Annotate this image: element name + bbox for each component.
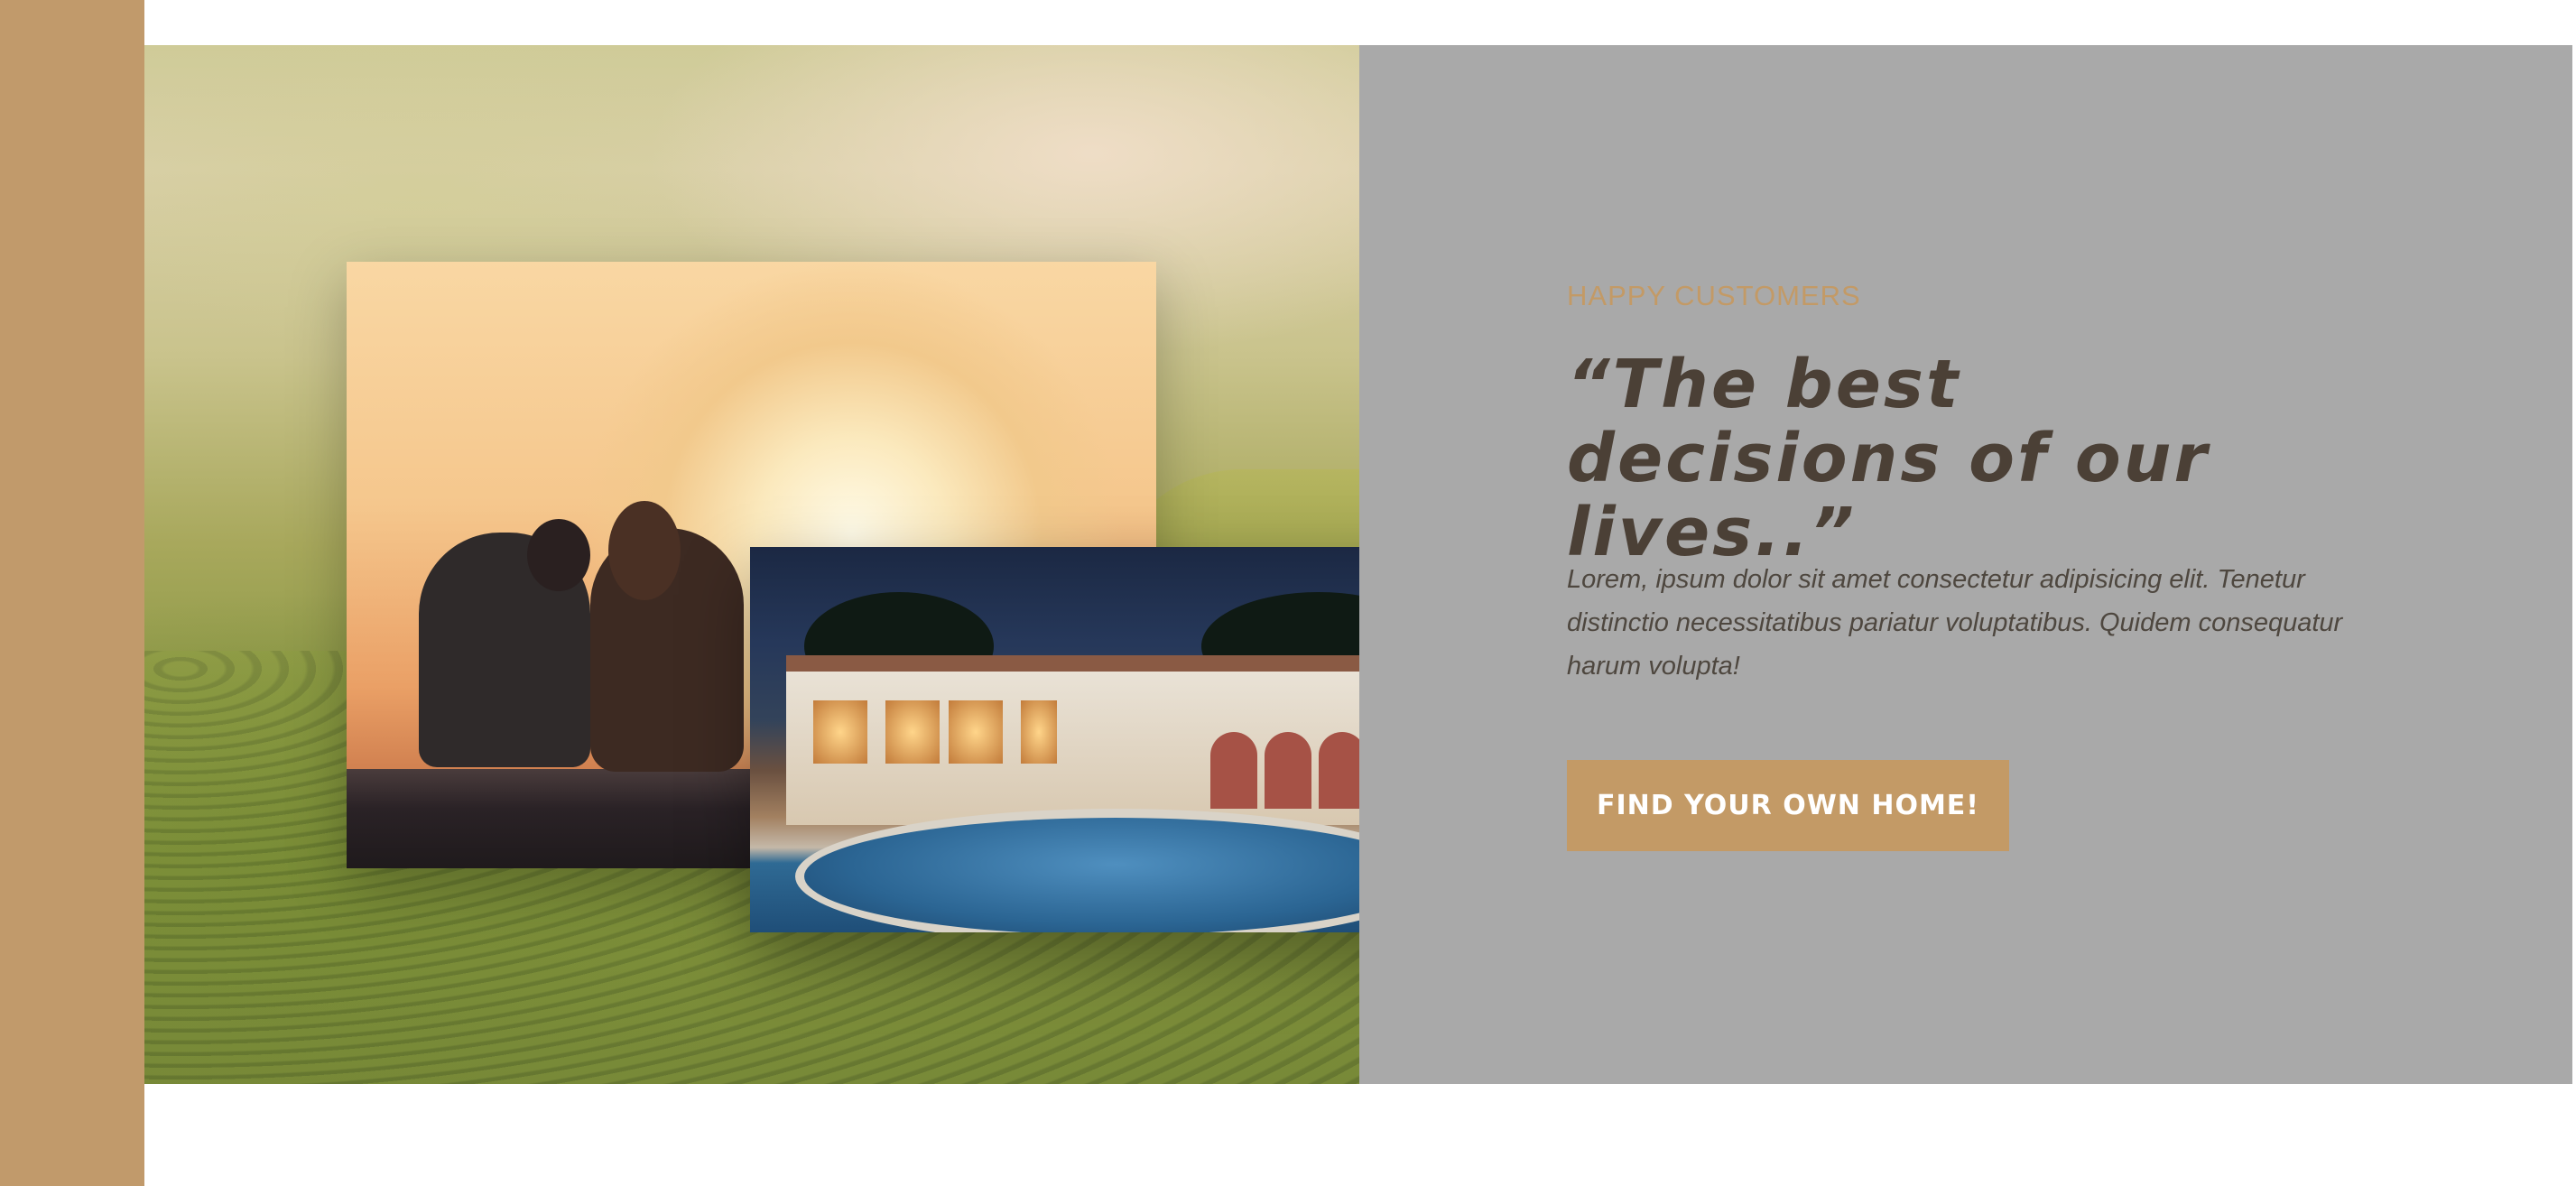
- villa-window: [813, 700, 867, 764]
- man-head: [527, 519, 590, 591]
- page: HAPPY CUSTOMERS “The best decisions of o…: [0, 0, 2576, 1186]
- villa-arch: [1210, 732, 1257, 809]
- woman-head: [608, 501, 681, 600]
- right-edge: [2572, 45, 2576, 1084]
- testimonial-body: Lorem, ipsum dolor sit amet consectetur …: [1567, 565, 2343, 681]
- villa-pool-photo: [750, 547, 1450, 932]
- testimonial-quote: “The best decisions of our lives..”: [1567, 346, 2210, 571]
- villa-arch: [1265, 732, 1311, 809]
- find-home-button[interactable]: FIND YOUR OWN HOME!: [1567, 760, 2009, 851]
- left-accent-bar: [0, 0, 144, 1186]
- villa-window: [1021, 700, 1057, 764]
- villa-building: [786, 655, 1409, 825]
- villa-window: [949, 700, 1003, 764]
- villa-window: [885, 700, 940, 764]
- section-eyebrow: HAPPY CUSTOMERS: [1567, 280, 1861, 311]
- swimming-pool: [795, 809, 1436, 932]
